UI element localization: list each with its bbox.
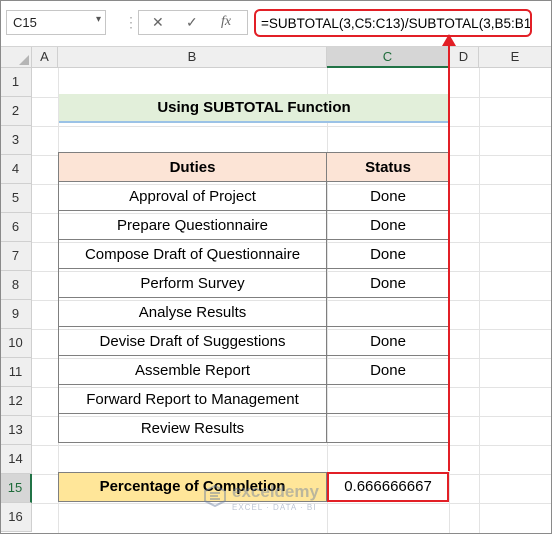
- name-box-value: C15: [13, 15, 37, 30]
- duty-cell[interactable]: Approval of Project: [58, 181, 327, 211]
- table-row: Perform Survey Done: [58, 268, 450, 298]
- row-header[interactable]: 7: [0, 242, 32, 271]
- table-row: Analyse Results: [58, 297, 450, 327]
- status-cell[interactable]: Done: [326, 210, 450, 240]
- sheet-title[interactable]: Using SUBTOTAL Function: [59, 94, 449, 123]
- arrow-head-icon: [442, 34, 456, 46]
- column-header-e[interactable]: E: [479, 47, 552, 68]
- row-header[interactable]: 16: [0, 503, 32, 532]
- drag-handle-icon[interactable]: ⋮: [124, 14, 139, 31]
- column-header-d[interactable]: D: [449, 47, 479, 68]
- duties-header[interactable]: Duties: [58, 152, 327, 182]
- worksheet-grid[interactable]: A B C D E 1 2 3 4 5 6 7 8 9 10 11 12 13 …: [0, 47, 552, 534]
- row-header-selected[interactable]: 15: [0, 474, 32, 503]
- table-row: Forward Report to Management: [58, 384, 450, 414]
- select-all-icon: [19, 55, 29, 65]
- formula-input[interactable]: =SUBTOTAL(3,C5:C13)/SUBTOTAL(3,B5:B13): [254, 9, 532, 37]
- column-header-a[interactable]: A: [32, 47, 58, 68]
- enter-icon[interactable]: ✓: [186, 14, 198, 31]
- column-header-b[interactable]: B: [58, 47, 327, 68]
- table-row: Compose Draft of Questionnaire Done: [58, 239, 450, 269]
- formula-buttons: ✕ ✓ fx: [138, 10, 248, 35]
- status-cell[interactable]: [326, 384, 450, 414]
- duty-cell[interactable]: Compose Draft of Questionnaire: [58, 239, 327, 269]
- row-header[interactable]: 1: [0, 68, 32, 97]
- watermark-tagline: EXCEL · DATA · BI: [232, 503, 317, 512]
- status-cell[interactable]: Done: [326, 268, 450, 298]
- row-header[interactable]: 4: [0, 155, 32, 184]
- gridline: [32, 126, 552, 127]
- table-row: Approval of Project Done: [58, 181, 450, 211]
- callout-line: [448, 47, 450, 471]
- row-header[interactable]: 3: [0, 126, 32, 155]
- gridline: [32, 503, 552, 504]
- duty-cell[interactable]: Devise Draft of Suggestions: [58, 326, 327, 356]
- row-header[interactable]: 10: [0, 329, 32, 358]
- column-header-c[interactable]: C: [327, 47, 449, 68]
- duty-cell[interactable]: Perform Survey: [58, 268, 327, 298]
- row-header[interactable]: 11: [0, 358, 32, 387]
- row-header[interactable]: 14: [0, 445, 32, 474]
- row-header[interactable]: 12: [0, 387, 32, 416]
- percentage-label[interactable]: Percentage of Completion: [58, 472, 327, 502]
- status-header[interactable]: Status: [326, 152, 450, 182]
- percentage-value-cell[interactable]: 0.666666667: [327, 472, 449, 502]
- row-header[interactable]: 5: [0, 184, 32, 213]
- formula-bar: C15 ▾ ⋮ ✕ ✓ fx =SUBTOTAL(3,C5:C13)/SUBTO…: [0, 0, 552, 47]
- gridline: [32, 445, 552, 446]
- insert-function-icon[interactable]: fx: [221, 14, 231, 30]
- duty-cell[interactable]: Review Results: [58, 413, 327, 443]
- select-all-button[interactable]: [0, 47, 32, 68]
- status-cell[interactable]: [326, 297, 450, 327]
- duty-cell[interactable]: Forward Report to Management: [58, 384, 327, 414]
- table-row: Review Results: [58, 413, 450, 443]
- row-header[interactable]: 2: [0, 97, 32, 126]
- status-cell[interactable]: Done: [326, 239, 450, 269]
- cancel-icon[interactable]: ✕: [152, 14, 164, 31]
- table-row: Devise Draft of Suggestions Done: [58, 326, 450, 356]
- status-cell[interactable]: Done: [326, 326, 450, 356]
- row-header[interactable]: 9: [0, 300, 32, 329]
- gridline: [479, 68, 480, 534]
- table-row: Prepare Questionnaire Done: [58, 210, 450, 240]
- status-cell[interactable]: [326, 413, 450, 443]
- duties-table: Duties Status Approval of Project Done P…: [58, 152, 450, 443]
- name-box[interactable]: C15 ▾: [6, 10, 106, 35]
- row-header[interactable]: 13: [0, 416, 32, 445]
- row-header[interactable]: 6: [0, 213, 32, 242]
- duty-cell[interactable]: Analyse Results: [58, 297, 327, 327]
- table-row: Assemble Report Done: [58, 355, 450, 385]
- chevron-down-icon[interactable]: ▾: [96, 14, 101, 25]
- status-cell[interactable]: Done: [326, 181, 450, 211]
- table-header-row: Duties Status: [58, 152, 450, 182]
- row-header[interactable]: 8: [0, 271, 32, 300]
- status-cell[interactable]: Done: [326, 355, 450, 385]
- duty-cell[interactable]: Assemble Report: [58, 355, 327, 385]
- duty-cell[interactable]: Prepare Questionnaire: [58, 210, 327, 240]
